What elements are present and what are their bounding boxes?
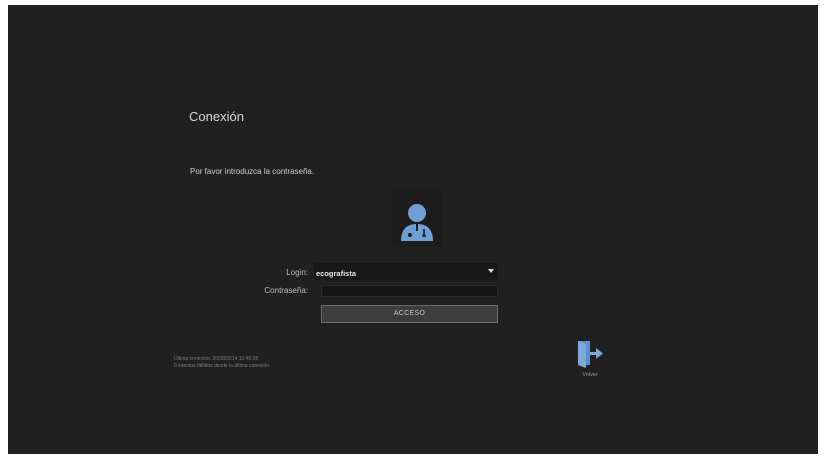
password-field[interactable] <box>321 285 498 297</box>
login-select[interactable]: ecografista <box>314 263 498 280</box>
access-button[interactable]: ACCESO <box>321 305 498 323</box>
failed-attempts-text: 0 intentos fallidos desde la última cone… <box>174 363 270 369</box>
chevron-down-icon <box>488 269 494 273</box>
exit-button[interactable]: Volver <box>570 338 610 382</box>
login-screen: Conexión Por favor introduzca la contras… <box>8 5 818 454</box>
last-connection-info: Última conexión: 26/08/2014 10:40:35 0 i… <box>174 356 269 370</box>
instruction-text: Por favor introduzca la contraseña. <box>190 167 315 176</box>
exit-label: Volver <box>582 372 598 378</box>
password-label: Contraseña: <box>264 286 308 295</box>
exit-door-icon <box>578 341 603 368</box>
doctor-user-icon <box>392 191 442 247</box>
login-value: ecografista <box>316 269 357 278</box>
dialog-title: Conexión <box>189 109 244 124</box>
login-label: Login: <box>286 268 308 277</box>
last-connection-text: Última conexión: 26/08/2014 10:40:35 <box>174 356 259 362</box>
